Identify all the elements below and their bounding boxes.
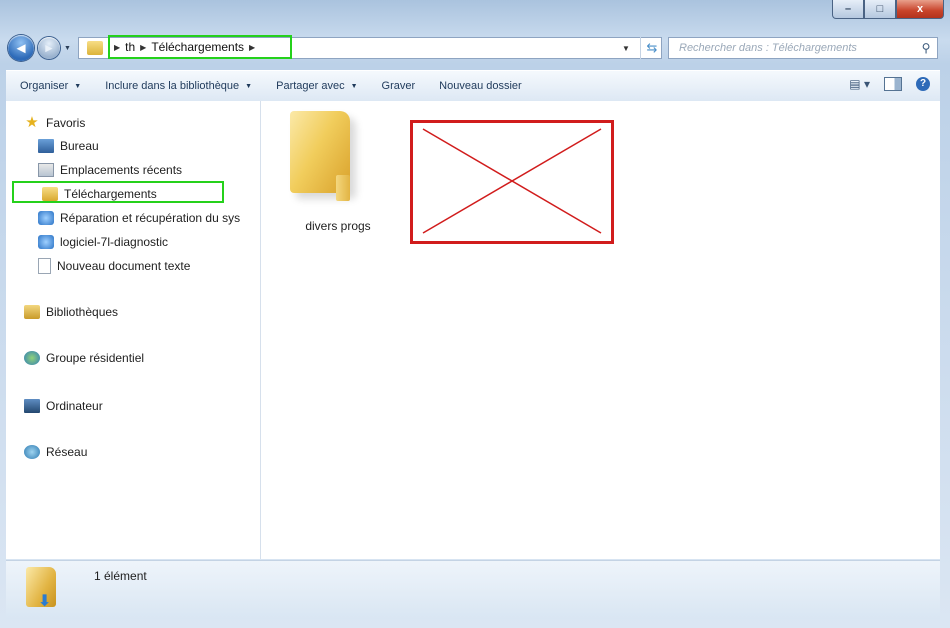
libraries-icon [24, 305, 40, 319]
star-icon: ★ [25, 114, 39, 131]
refresh-icon[interactable]: ⇆ [640, 37, 663, 59]
chevron-right-icon: ▶ [140, 42, 147, 52]
include-library-label: Inclure dans la bibliothèque [105, 80, 240, 92]
sidebar-item-label: Ordinateur [46, 399, 103, 413]
forward-arrow-icon[interactable]: ► [38, 37, 60, 59]
sidebar-item-label: Bibliothèques [46, 305, 119, 319]
organize-label: Organiser [20, 80, 69, 92]
status-bar: ⬇ 1 élément [6, 560, 940, 619]
download-arrow-icon: ⬇ [38, 593, 52, 610]
new-folder-label: Nouveau dossier [439, 80, 522, 92]
sidebar-item-label: Nouveau document texte [57, 259, 191, 273]
breadcrumb-item-downloads[interactable]: Téléchargements [151, 40, 244, 54]
navigation-pane: ★ Favoris Bureau Emplacements récents Té… [6, 101, 261, 559]
view-controls: ▤ ▾ ? [849, 77, 930, 91]
sidebar-item-diagnostic[interactable]: logiciel-7l-diagnostic [38, 235, 168, 249]
missing-image-placeholder [410, 120, 614, 244]
sidebar-item-label: Réparation et récupération du sys [60, 211, 241, 225]
sidebar-item-network[interactable]: Réseau [24, 445, 87, 459]
sidebar-item-label: Bureau [60, 139, 99, 153]
file-list: divers progs [261, 101, 940, 559]
back-arrow-icon[interactable]: ◄ [8, 35, 34, 61]
window-controls: – □ x [832, 0, 944, 20]
include-library-button[interactable]: Inclure dans la bibliothèque ▼ [105, 80, 252, 92]
sidebar-item-label: Réseau [46, 445, 88, 459]
organize-button[interactable]: Organiser ▼ [20, 80, 81, 92]
search-icon[interactable]: ⚲ [915, 41, 937, 55]
preview-pane-icon[interactable] [884, 77, 902, 91]
chevron-right-icon[interactable]: ▶ [249, 43, 255, 52]
cross-icon [422, 128, 602, 234]
ie-shortcut-icon [38, 235, 54, 249]
chevron-down-icon: ▼ [74, 82, 82, 90]
folder-tab [336, 175, 350, 201]
sidebar-item-label: Favoris [46, 116, 86, 130]
homegroup-icon [24, 351, 40, 365]
sidebar-item-repair[interactable]: Réparation et récupération du sys [38, 211, 240, 225]
address-dropdown-icon[interactable]: ▼ [622, 44, 630, 53]
share-button[interactable]: Partager avec ▼ [276, 80, 357, 92]
item-count: 1 élément [94, 569, 147, 583]
breadcrumb[interactable]: ▶ th ▶ Téléchargements ▶ [108, 35, 292, 59]
sidebar-item-homegroup[interactable]: Groupe résidentiel [24, 351, 144, 365]
downloads-folder-icon [42, 187, 58, 201]
sidebar-item-label: Téléchargements [64, 187, 157, 201]
desktop-icon [38, 139, 54, 153]
folder-label[interactable]: divers progs [283, 219, 393, 233]
search-placeholder: Rechercher dans : Téléchargements [679, 42, 857, 54]
burn-button[interactable]: Graver [382, 80, 416, 92]
explorer-window: – □ x ◄ ► ▼ ▶ th ▶ Téléchargements ▶ ▼ ⇆… [0, 0, 950, 628]
chevron-down-icon: ▼ [350, 82, 358, 90]
share-label: Partager avec [276, 80, 345, 92]
sidebar-item-downloads[interactable]: Téléchargements [42, 187, 157, 201]
maximize-button[interactable]: □ [864, 0, 896, 19]
help-icon[interactable]: ? [916, 77, 930, 91]
minimize-button[interactable]: – [832, 0, 864, 19]
sidebar-item-recent-places[interactable]: Emplacements récents [38, 163, 182, 177]
sidebar-item-libraries[interactable]: Bibliothèques [24, 305, 118, 319]
network-icon [24, 445, 40, 459]
folder-icon [87, 41, 103, 55]
search-input[interactable]: Rechercher dans : Téléchargements ⚲ [668, 37, 938, 59]
sidebar-item-computer[interactable]: Ordinateur [24, 399, 103, 413]
sidebar-item-favorites[interactable]: ★ Favoris [24, 115, 85, 131]
text-document-icon [38, 258, 51, 274]
sidebar-item-label: logiciel-7l-diagnostic [60, 235, 169, 249]
sidebar-item-label: Emplacements récents [60, 163, 183, 177]
sidebar-item-label: Groupe résidentiel [46, 351, 145, 365]
sidebar-item-text-document[interactable]: Nouveau document texte [38, 258, 190, 274]
recent-places-icon [38, 163, 54, 177]
navigation-bar: ◄ ► ▼ ▶ th ▶ Téléchargements ▶ ▼ ⇆ Reche… [0, 30, 950, 64]
close-button[interactable]: x [896, 0, 944, 19]
view-options-icon[interactable]: ▤ ▾ [849, 77, 870, 91]
burn-label: Graver [381, 80, 416, 92]
folder-icon[interactable] [290, 111, 360, 203]
sidebar-item-desktop[interactable]: Bureau [38, 139, 99, 153]
ie-shortcut-icon [38, 211, 54, 225]
chevron-down-icon: ▼ [245, 82, 253, 90]
computer-icon [24, 399, 40, 413]
chevron-right-icon: ▶ [114, 42, 121, 52]
new-folder-button[interactable]: Nouveau dossier [439, 80, 522, 92]
history-dropdown-icon[interactable]: ▼ [64, 45, 71, 52]
command-bar: Organiser ▼ Inclure dans la bibliothèque… [6, 70, 940, 101]
breadcrumb-item-th[interactable]: th [125, 40, 135, 54]
